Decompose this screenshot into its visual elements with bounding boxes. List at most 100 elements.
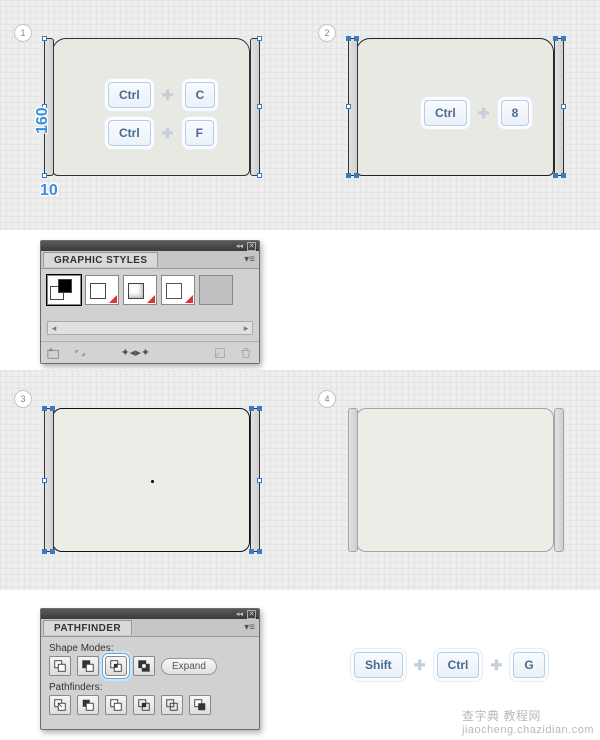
minus-back-button[interactable] [189,695,211,715]
panel-tab-pathfinder[interactable]: PATHFINDER [43,620,132,635]
close-icon[interactable]: ✕ [247,242,256,251]
sel-handle[interactable] [42,549,47,554]
combo-ungroup: Shift ✚ Ctrl ✚ G [354,652,545,678]
sel-handle[interactable] [346,104,351,109]
plus-icon: ✚ [475,104,493,122]
main-rect [356,408,554,552]
sel-handle[interactable] [346,173,351,178]
sel-handle[interactable] [561,36,566,41]
sel-handle[interactable] [257,36,262,41]
sel-handle[interactable] [257,406,262,411]
exclude-button[interactable] [133,656,155,676]
panel-scrollbar[interactable]: ◂ ▸ [47,321,253,335]
panel-footer: ✦◂▸✦ [41,341,259,363]
scroll-left-icon[interactable]: ◂ [48,323,60,334]
plus-icon: ✚ [411,656,429,674]
pathfinders-row [49,695,251,715]
combo-paste-front: Ctrl ✚ F [108,120,214,146]
step3-artboard [44,408,260,556]
sel-handle[interactable] [257,173,262,178]
step1-artboard [44,38,260,180]
swatch-grey[interactable] [199,275,233,305]
key-ctrl: Ctrl [437,652,480,678]
key-8: 8 [501,100,530,126]
measure-rail: 10 [40,182,58,200]
plus-icon: ✚ [159,124,177,142]
sel-handle[interactable] [50,549,55,554]
close-icon[interactable]: ✕ [247,610,256,619]
sel-handle[interactable] [42,406,47,411]
step4-artboard [348,408,564,556]
plus-icon: ✚ [159,86,177,104]
sel-handle[interactable] [42,173,47,178]
panel-titlebar[interactable]: ◂◂ ✕ [41,241,259,251]
right-rail [554,408,564,552]
new-style-icon[interactable] [213,346,227,360]
intersect-button[interactable] [105,656,127,676]
step-label: 3 [20,394,25,404]
swatch-outline[interactable] [161,275,195,305]
panel-tabbar: GRAPHIC STYLES ▾≡ [41,251,259,269]
step-badge-2: 2 [318,24,336,42]
key-ctrl: Ctrl [108,82,151,108]
sel-handle[interactable] [354,173,359,178]
swatch-shadow[interactable] [123,275,157,305]
sel-handle[interactable] [42,36,47,41]
sel-handle[interactable] [553,173,558,178]
options-icon[interactable]: ✦◂▸✦ [128,346,142,360]
watermark: 查字典 教程网 jiaocheng.chazidian.com [462,707,594,736]
swatch-plain[interactable] [85,275,119,305]
sel-handle[interactable] [354,36,359,41]
collapse-icon[interactable]: ◂◂ [236,242,243,250]
crop-button[interactable] [133,695,155,715]
step-badge-1: 1 [14,24,32,42]
step-badge-3: 3 [14,390,32,408]
key-f: F [185,120,214,146]
shape-modes-label: Shape Modes: [49,643,251,654]
panel-titlebar[interactable]: ◂◂ ✕ [41,609,259,619]
sel-handle[interactable] [257,478,262,483]
outline-button[interactable] [161,695,183,715]
sel-handle[interactable] [257,549,262,554]
key-g: G [513,652,544,678]
pathfinders-label: Pathfinders: [49,682,251,693]
center-point [151,480,154,483]
step-label: 4 [324,394,329,404]
unite-button[interactable] [49,656,71,676]
panel-menu-icon[interactable]: ▾≡ [244,622,255,633]
sel-handle[interactable] [346,36,351,41]
trash-icon[interactable] [239,346,253,360]
step-label: 1 [20,28,25,38]
sel-handle[interactable] [249,549,254,554]
sel-handle[interactable] [561,173,566,178]
sel-handle[interactable] [553,36,558,41]
shape-modes-row: Expand [49,656,251,676]
scroll-right-icon[interactable]: ▸ [240,323,252,334]
panel-menu-icon[interactable]: ▾≡ [244,254,255,265]
swatch-default[interactable] [47,275,81,305]
sel-handle[interactable] [257,104,262,109]
sel-handle[interactable] [50,406,55,411]
swatch-row [47,275,253,305]
panel-tab-graphic-styles[interactable]: GRAPHIC STYLES [43,252,158,267]
key-c: C [185,82,216,108]
combo-copy: Ctrl ✚ C [108,82,215,108]
measure-height: 160 [34,107,52,134]
minus-front-button[interactable] [77,656,99,676]
collapse-icon[interactable]: ◂◂ [236,610,243,618]
graphic-styles-panel: ◂◂ ✕ GRAPHIC STYLES ▾≡ ◂ ▸ ✦◂▸✦ [40,240,260,364]
sel-handle[interactable] [249,406,254,411]
trim-button[interactable] [77,695,99,715]
watermark-url: jiaocheng.chazidian.com [462,724,594,736]
panel-body: ◂ ▸ [41,269,259,341]
library-icon[interactable] [47,346,61,360]
key-shift: Shift [354,652,403,678]
plus-icon: ✚ [487,656,505,674]
break-link-icon[interactable] [73,346,87,360]
expand-button[interactable]: Expand [161,658,217,675]
divide-button[interactable] [49,695,71,715]
left-rail [348,408,358,552]
sel-handle[interactable] [561,104,566,109]
sel-handle[interactable] [42,478,47,483]
merge-button[interactable] [105,695,127,715]
